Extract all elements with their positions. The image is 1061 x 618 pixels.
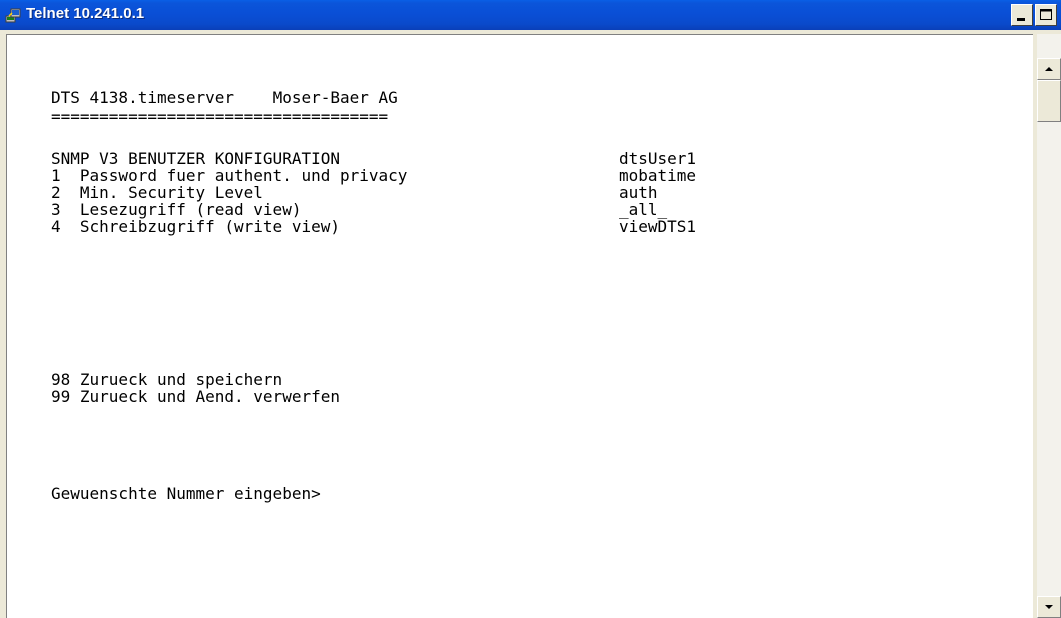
telnet-terminal-icon [5,8,21,23]
section-user-value: dtsUser1 [619,149,697,168]
maximize-icon [1040,9,1052,20]
arrow-up-icon [1045,67,1053,71]
window-controls [1011,4,1057,26]
product-name: DTS 4138.timeserver [51,88,235,107]
vertical-scrollbar[interactable] [1037,58,1061,618]
menu-item-read-view: 3 Lesezugriff (read view) [51,200,302,219]
scrollbar-top-edge [1037,34,1061,58]
window-title: Telnet 10.241.0.1 [26,5,145,22]
scroll-thumb[interactable] [1037,80,1061,122]
scroll-up-button[interactable] [1037,58,1061,80]
terminal-screen[interactable]: DTS 4138.timeserver Moser-Baer AG ======… [6,34,1033,618]
header-separator: =================================== [51,107,389,126]
section-title: SNMP V3 BENUTZER KONFIGURATION [51,149,340,168]
menu-value-password: mobatime [619,166,697,185]
scroll-down-button[interactable] [1037,596,1061,618]
menu-value-read-view: _all_ [619,200,668,219]
menu-item-security-level: 2 Min. Security Level [51,183,263,202]
minimize-icon [1017,18,1025,21]
menu-value-security-level: auth [619,183,658,202]
action-save: 98 Zurueck und speichern [51,370,283,389]
maximize-button[interactable] [1035,4,1057,26]
menu-item-password: 1 Password fuer authent. und privacy [51,166,408,185]
minimize-button[interactable] [1011,4,1033,26]
input-prompt: Gewuenschte Nummer eingeben> [51,484,321,503]
company-name: Moser-Baer AG [272,88,398,107]
title-bar[interactable]: Telnet 10.241.0.1 [0,0,1061,30]
menu-value-write-view: viewDTS1 [619,217,697,236]
arrow-down-icon [1045,605,1053,609]
telnet-window: Telnet 10.241.0.1 DTS 4138.timeserver Mo… [0,0,1061,618]
action-discard: 99 Zurueck und Aend. verwerfen [51,387,340,406]
header-line: DTS 4138.timeserver Moser-Baer AG [51,89,398,106]
menu-item-write-view: 4 Schreibzugriff (write view) [51,217,340,236]
